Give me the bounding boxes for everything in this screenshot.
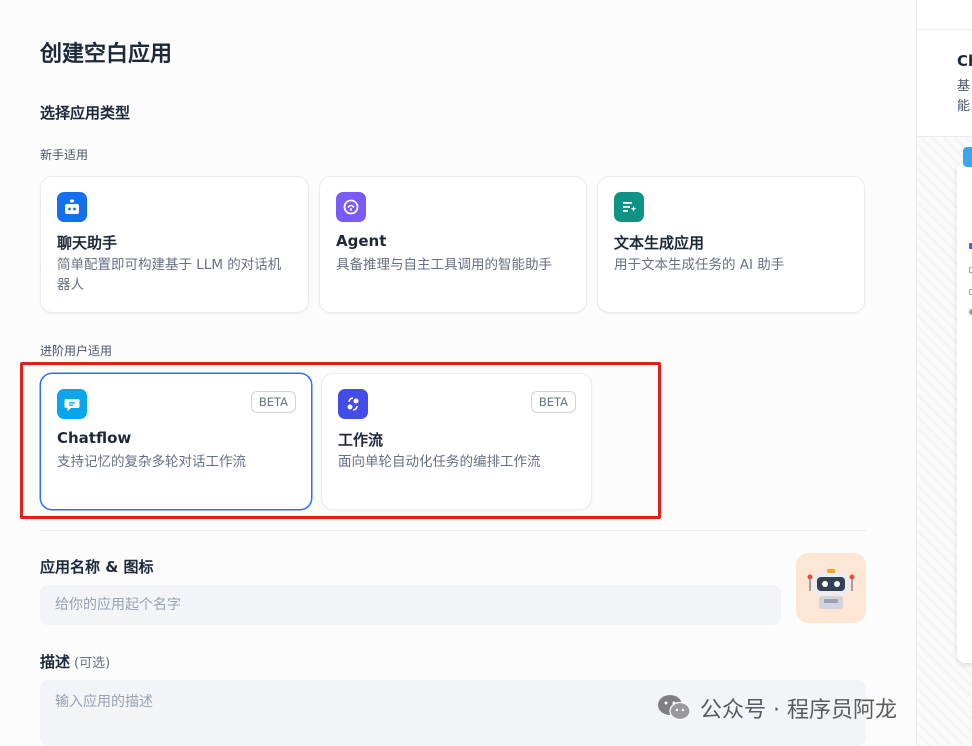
advanced-group-label: 进阶用户适用 xyxy=(40,344,113,358)
robot-chat-icon xyxy=(57,192,87,222)
watermark: 公众号 · 程序员阿龙 xyxy=(656,692,897,724)
app-type-card-chat-assistant[interactable]: 聊天助手 简单配置即可构建基于 LLM 的对话机器人 xyxy=(40,176,309,313)
card-description: 具备推理与自主工具调用的智能助手 xyxy=(336,257,552,273)
side-panel-desc-line1: 基 xyxy=(957,79,971,94)
side-panel-title: Ch xyxy=(957,52,972,70)
preview-app-icon xyxy=(963,147,972,167)
card-description: 用于文本生成任务的 AI 助手 xyxy=(614,257,785,273)
app-type-card-agent[interactable]: Agent 具备推理与自主工具调用的智能助手 xyxy=(319,176,587,313)
robot-avatar-icon xyxy=(807,569,855,609)
side-panel-desc-line2: 能 xyxy=(957,99,971,114)
preview-window xyxy=(957,163,972,663)
card-title: 聊天助手 xyxy=(57,234,118,252)
description-label: 描述 (可选) xyxy=(40,651,110,672)
preview-side-panel: Ch 基 能 xyxy=(916,0,972,746)
watermark-text: 公众号 · 程序员阿龙 xyxy=(700,698,897,723)
beginner-group-label: 新手适用 xyxy=(40,148,89,162)
card-title: 文本生成应用 xyxy=(614,234,705,252)
app-avatar-picker[interactable] xyxy=(796,553,866,623)
app-type-card-text-generation[interactable]: 文本生成应用 用于文本生成任务的 AI 助手 xyxy=(597,176,865,313)
app-type-section-title: 选择应用类型 xyxy=(40,104,131,122)
card-title: Agent xyxy=(336,232,387,250)
side-panel-header xyxy=(917,0,972,30)
card-description: 简单配置即可构建基于 LLM 的对话机器人 xyxy=(57,257,282,293)
optional-hint: (可选) xyxy=(74,656,111,671)
app-name-label: 应用名称 & 图标 xyxy=(40,558,154,576)
description-label-text: 描述 xyxy=(40,653,71,671)
annotation-highlight-box xyxy=(20,362,661,519)
agent-brain-icon xyxy=(336,192,366,222)
text-sparkle-icon xyxy=(614,192,644,222)
create-app-panel: 创建空白应用 选择应用类型 新手适用 聊天助手 简单配置即可构建基于 LLM 的… xyxy=(0,0,916,746)
section-divider xyxy=(40,530,866,531)
app-name-input[interactable] xyxy=(40,585,781,625)
page-title: 创建空白应用 xyxy=(40,42,173,67)
app-preview-area xyxy=(917,137,972,746)
wechat-icon xyxy=(658,695,691,721)
